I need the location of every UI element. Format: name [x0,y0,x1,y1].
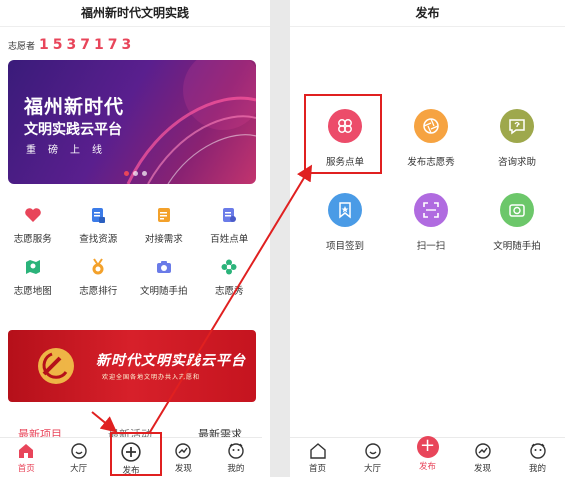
volunteer-count-row: 志愿者 1537173 [8,36,135,54]
document-icon [92,208,106,223]
grid-item-label: 志愿服务 [13,234,52,245]
banner-pagination [124,171,147,176]
grid-item-snapshot[interactable]: 文明随手拍 [131,252,197,304]
nav-home-label: 首页 [17,464,35,474]
question-bubble-icon [500,109,534,143]
map-icon [25,260,40,274]
flower-icon [221,259,237,275]
nav-mine[interactable]: 我的 [510,438,565,477]
grid-item-label: 志愿排行 [79,286,118,297]
publish-bottom-nav: 首页 大厅 + 发布 发现 我的 [290,436,565,477]
option-consult-help[interactable]: 咨询求助 [474,103,560,187]
photo-icon [500,193,534,227]
banner-dot-1[interactable] [124,171,129,176]
nav-publish-label: 发布 [418,462,436,472]
home-banner[interactable]: 福州新时代 文明实践云平台 重磅上线 [8,60,256,184]
trend-icon [474,443,491,459]
smile-icon [70,443,87,459]
face-icon [529,443,546,459]
home-header-title: 福州新时代文明实践 [0,0,270,27]
nav-home[interactable]: 首页 [290,438,345,477]
nav-hall-label: 大厅 [70,464,88,474]
nav-discover[interactable]: 发现 [157,438,209,477]
grid-item-citizen-order[interactable]: 百姓点单 [197,200,263,252]
grid-item-match-demand[interactable]: 对接需求 [131,200,197,252]
smile-icon [364,443,381,459]
scan-icon [414,193,448,227]
nav-home[interactable]: 首页 [0,438,52,477]
nav-home-label: 首页 [308,464,326,474]
grid-item-volunteer-show[interactable]: 志愿秀 [197,252,263,304]
home-outline-icon [309,443,326,459]
publish-screen: 发布 服务点单 发布志愿秀 咨询求助 项目签到 扫一扫 文明随手拍 首页 大厅 … [290,0,565,477]
nav-hall[interactable]: 大厅 [345,438,400,477]
nav-mine-label: 我的 [227,464,245,474]
grid-item-label: 百姓点单 [210,234,249,245]
grid-item-label: 对接需求 [144,234,183,245]
volunteer-number: 1537173 [39,37,136,53]
grid-item-label: 志愿秀 [214,286,244,297]
option-snapshot[interactable]: 文明随手拍 [474,187,560,271]
option-label: 咨询求助 [497,157,536,168]
nav-mine[interactable]: 我的 [210,438,262,477]
person-list-icon [223,208,237,222]
nav-discover[interactable]: 发现 [455,438,510,477]
volunteer-label: 志愿者 [8,41,36,52]
trend-icon [175,443,192,459]
promo-ad-banner[interactable]: 新时代文明实践云平台 欢迎全国各地文明办共入志愿和 [8,330,256,402]
home-screen: 福州新时代文明实践 志愿者 1537173 福州新时代 文明实践云平台 重磅上线 [0,0,270,477]
grid-item-volunteer-map[interactable]: 志愿地图 [0,252,66,304]
aperture-icon [414,109,448,143]
nav-discover-label: 发现 [174,464,192,474]
option-label: 发布志愿秀 [407,157,455,168]
option-label: 扫一扫 [416,241,446,252]
face-icon [228,443,244,459]
bookmark-star-icon [328,193,362,227]
nav-mine-label: 我的 [528,464,546,474]
option-project-checkin[interactable]: 项目签到 [302,187,388,271]
camera-icon [156,261,171,273]
banner-dot-2[interactable] [133,171,138,176]
medal-icon [92,258,104,275]
home-icon [19,444,34,458]
ad-title: 新时代文明实践云平台 [96,353,246,369]
grid-item-find-resources[interactable]: 查找资源 [66,200,132,252]
note-icon [157,208,170,222]
publish-highlight-box [110,432,162,476]
nav-publish[interactable]: + 发布 [400,436,455,477]
ad-subtitle: 欢迎全国各地文明办共入志愿和 [102,374,201,381]
heart-icon [24,208,41,222]
nav-hall[interactable]: 大厅 [52,438,104,477]
publish-header-title: 发布 [290,0,565,27]
banner-title-line1: 福州新时代 [24,96,125,118]
grid-item-volunteer-service[interactable]: 志愿服务 [0,200,66,252]
plus-icon: + [416,436,439,458]
home-feature-grid: 志愿服务 查找资源 对接需求 百姓点单 志愿地图 志愿排行 文明随手拍 志愿秀 [0,200,262,304]
banner-dot-3[interactable] [142,171,147,176]
screenshot-stage: 福州新时代文明实践 志愿者 1537173 福州新时代 文明实践云平台 重磅上线 [0,0,565,477]
banner-title-line3: 重磅上线 [26,145,114,156]
nav-discover-label: 发现 [473,464,491,474]
grid-item-volunteer-ranking[interactable]: 志愿排行 [66,252,132,304]
option-label: 文明随手拍 [493,241,541,252]
grid-item-label: 志愿地图 [13,286,52,297]
option-publish-volunteer-show[interactable]: 发布志愿秀 [388,103,474,187]
service-order-highlight-box [304,94,382,174]
grid-item-label: 查找资源 [79,234,118,245]
option-label: 项目签到 [325,241,364,252]
option-scan[interactable]: 扫一扫 [388,187,474,271]
grid-item-label: 文明随手拍 [139,286,188,297]
banner-title-line2: 文明实践云平台 [24,122,122,138]
nav-hall-label: 大厅 [363,464,381,474]
